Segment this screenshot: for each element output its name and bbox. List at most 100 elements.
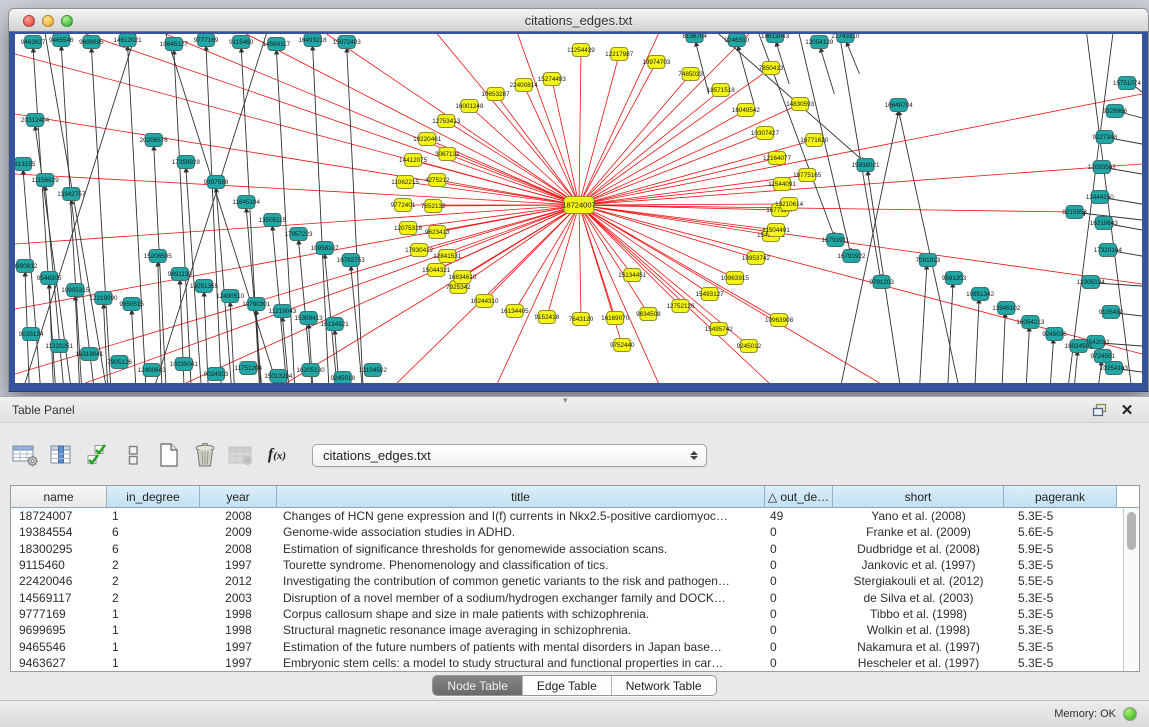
- cell-name[interactable]: 9465546: [11, 638, 107, 654]
- graph-node[interactable]: 12164077: [763, 152, 792, 165]
- table-row[interactable]: 911546021997Tourette syndrome. Phenomeno…: [11, 557, 1123, 573]
- graph-node[interactable]: 9591203: [942, 272, 967, 285]
- cell-title[interactable]: Genome-wide association studies in ADHD.: [277, 524, 765, 540]
- scrollbar-thumb[interactable]: [1127, 512, 1136, 550]
- table-scrollbar[interactable]: [1123, 508, 1139, 671]
- graph-edge-red[interactable]: [579, 68, 771, 205]
- cell-short[interactable]: Stergiakouli et al. (2012): [833, 573, 1004, 589]
- graph-edge-red[interactable]: [579, 94, 1142, 205]
- graph-node[interactable]: 10951342: [966, 288, 995, 301]
- graph-node[interactable]: 16648784: [885, 99, 914, 112]
- cell-short[interactable]: Nakamura et al. (1997): [833, 638, 1004, 654]
- graph-node[interactable]: 14612021: [114, 34, 143, 47]
- table-mode-icon[interactable]: [10, 439, 40, 471]
- graph-node[interactable]: 18953742: [742, 252, 771, 265]
- graph-node[interactable]: 10790301: [242, 298, 271, 311]
- close-panel-icon[interactable]: ✕: [1117, 400, 1137, 420]
- graph-edge-black[interactable]: [45, 34, 105, 383]
- cell-pagerank[interactable]: 5.5E-5: [1004, 573, 1117, 589]
- graph-edge-black[interactable]: [1051, 339, 1054, 383]
- graph-node[interactable]: 9246310: [725, 34, 750, 47]
- graph-node[interactable]: 9463627: [21, 36, 46, 49]
- graph-edge-red[interactable]: [85, 205, 579, 383]
- graph-edge-black[interactable]: [132, 310, 136, 383]
- cell-title[interactable]: Estimation of significance thresholds fo…: [277, 541, 765, 557]
- cell-name[interactable]: 9699695: [11, 622, 107, 638]
- graph-edge-black[interactable]: [846, 42, 859, 74]
- graph-node[interactable]: 9329966: [1103, 105, 1128, 118]
- graph-node[interactable]: 15751074: [1113, 77, 1142, 90]
- graph-node[interactable]: 9152418: [535, 311, 560, 324]
- cell-in_degree[interactable]: 2: [107, 573, 200, 589]
- graph-edge-black[interactable]: [738, 46, 754, 104]
- panel-resize-handle[interactable]: ▾: [563, 395, 568, 406]
- graph-node[interactable]: 16001248: [455, 100, 484, 113]
- cell-year[interactable]: 1997: [200, 655, 277, 671]
- column-header-name[interactable]: name: [11, 486, 107, 507]
- graph-node[interactable]: 14412075: [399, 154, 428, 167]
- graph-edge-black[interactable]: [820, 48, 834, 94]
- function-builder-icon[interactable]: f(x): [262, 439, 292, 471]
- memory-status-indicator[interactable]: [1123, 707, 1137, 721]
- graph-node[interactable]: 9245036: [1042, 328, 1067, 341]
- graph-node[interactable]: 16049542: [732, 104, 761, 117]
- network-canvas[interactable]: 1872400711254439122179871097470374850331…: [15, 34, 1142, 383]
- graph-node[interactable]: 15134451: [618, 269, 647, 282]
- table-row[interactable]: 969969511998Structural magnetic resonanc…: [11, 622, 1123, 638]
- cell-name[interactable]: 14569117: [11, 589, 107, 605]
- graph-edge-black[interactable]: [948, 283, 953, 383]
- graph-node[interactable]: 10905315: [61, 284, 90, 297]
- cell-in_degree[interactable]: 1: [107, 606, 200, 622]
- float-panel-icon[interactable]: [1089, 400, 1109, 420]
- graph-edge-red[interactable]: [579, 90, 721, 205]
- graph-node[interactable]: 12219090: [89, 292, 118, 305]
- graph-edge-black[interactable]: [91, 48, 110, 383]
- graph-edge-black[interactable]: [154, 146, 166, 383]
- cell-pagerank[interactable]: 5.3E-5: [1004, 655, 1117, 671]
- graph-node[interactable]: 3067132: [435, 148, 460, 161]
- graph-node[interactable]: 21743310: [831, 34, 860, 43]
- graph-node[interactable]: 11645194: [232, 196, 260, 209]
- graph-node[interactable]: 18775165: [793, 169, 822, 182]
- graph-node[interactable]: 7852132: [421, 200, 446, 213]
- graph-node[interactable]: 12075318: [394, 222, 423, 235]
- graph-node[interactable]: 9623413: [425, 226, 450, 239]
- cell-pagerank[interactable]: 5.3E-5: [1004, 589, 1117, 605]
- cell-name[interactable]: 9777169: [11, 606, 107, 622]
- graph-node[interactable]: 16169070: [601, 312, 630, 325]
- graph-node[interactable]: 9115460: [229, 36, 254, 49]
- cell-title[interactable]: Corpus callosum shape and size in male p…: [277, 606, 765, 622]
- graph-node[interactable]: 9699695: [79, 36, 104, 49]
- cell-year[interactable]: 2008: [200, 541, 277, 557]
- graph-edge-black[interactable]: [128, 46, 146, 383]
- graph-node[interactable]: 18571518: [707, 84, 736, 97]
- column-header-year[interactable]: year: [200, 486, 277, 507]
- graph-node[interactable]: 9350515: [119, 298, 144, 311]
- zoom-window-button[interactable]: [61, 15, 73, 27]
- graph-node[interactable]: 16210643: [1090, 217, 1119, 230]
- graph-node[interactable]: 15274493: [538, 73, 567, 86]
- cell-year[interactable]: 1998: [200, 622, 277, 638]
- graph-node[interactable]: 13942757: [57, 188, 86, 201]
- cell-out_de[interactable]: 0: [765, 541, 833, 557]
- graph-node[interactable]: 16134405: [501, 305, 530, 318]
- graph-edge-black[interactable]: [206, 46, 221, 383]
- graph-node[interactable]: 9772401: [391, 199, 416, 212]
- cell-out_de[interactable]: 49: [765, 508, 833, 524]
- graph-node[interactable]: 16782753: [337, 254, 366, 267]
- graph-node[interactable]: 17359928: [172, 156, 201, 169]
- graph-node[interactable]: 16791922: [837, 250, 866, 263]
- graph-edge-black[interactable]: [975, 299, 979, 383]
- graph-node[interactable]: 13104502: [359, 364, 388, 377]
- cell-in_degree[interactable]: 6: [107, 541, 200, 557]
- graph-node[interactable]: 7850413: [759, 62, 784, 75]
- show-columns-icon[interactable]: [46, 439, 76, 471]
- cell-pagerank[interactable]: 5.6E-5: [1004, 524, 1117, 540]
- graph-node[interactable]: 9245012: [737, 340, 762, 353]
- graph-edge-black[interactable]: [1002, 313, 1005, 383]
- graph-node[interactable]: 12217987: [605, 48, 634, 61]
- graph-edge-black[interactable]: [1075, 351, 1078, 383]
- cell-title[interactable]: Structural magnetic resonance image aver…: [277, 622, 765, 638]
- network-graph[interactable]: 1872400711254439122179871097470374850331…: [15, 34, 1142, 383]
- column-header-out_de[interactable]: △ out_de…: [765, 486, 833, 507]
